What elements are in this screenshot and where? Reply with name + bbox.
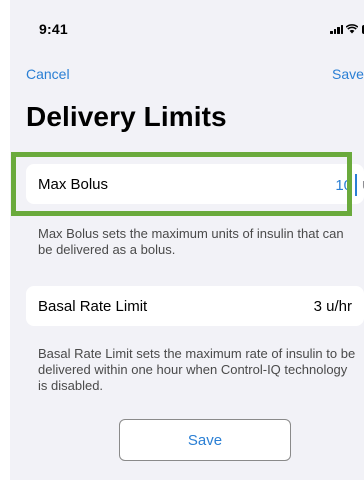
status-icons [330,22,364,34]
page-title: Delivery Limits [26,101,227,132]
max-bolus-description: Max Bolus sets the maximum units of insu… [38,226,344,257]
basal-rate-limit-row[interactable]: Basal Rate Limit 3 u/hr [26,286,364,326]
basal-rate-limit-value: 3 u/hr [313,298,352,315]
max-bolus-label: Max Bolus [38,176,109,193]
basal-rate-limit-description: Basal Rate Limit sets the maximum rate o… [38,346,356,393]
basal-rate-limit-label: Basal Rate Limit [38,298,148,315]
signal-icon [330,24,343,34]
wifi-icon [346,24,358,34]
max-bolus-row[interactable]: Max Bolus u [26,164,364,204]
phone-screen: 9:41 Cancel Save Delivery Limits Max Bol… [10,0,364,480]
nav-save-button[interactable]: Save [332,66,364,82]
status-time: 9:41 [39,21,68,37]
save-button[interactable]: Save [119,419,291,461]
max-bolus-input[interactable] [316,174,352,196]
cancel-button[interactable]: Cancel [26,66,70,82]
text-cursor [355,174,357,196]
